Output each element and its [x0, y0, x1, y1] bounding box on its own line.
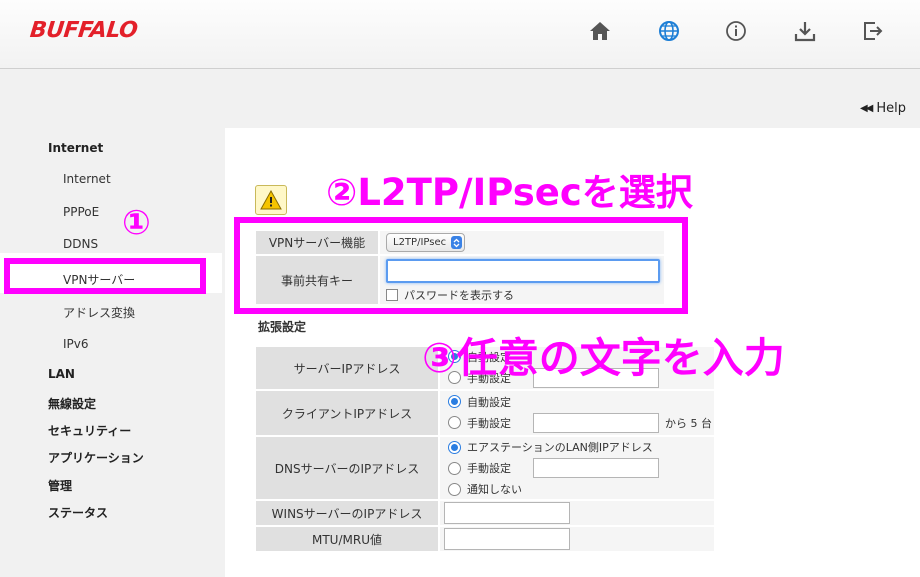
wins-ip-cell: [438, 499, 716, 527]
wins-ip-input[interactable]: [444, 502, 570, 524]
wins-ip-label: WINSサーバーのIPアドレス: [254, 499, 440, 527]
annotation-box-vpn-settings: [234, 217, 688, 314]
dns-ip-none-label: 通知しない: [467, 483, 522, 496]
client-ip-suffix: から 5 台: [665, 416, 712, 430]
home-icon[interactable]: [587, 18, 613, 44]
sidebar-item-ipv6[interactable]: IPv6: [63, 337, 89, 351]
client-ip-manual-label: 手動設定: [467, 416, 511, 430]
annotation-step3: ③任意の文字を入力: [422, 334, 785, 382]
buffalo-logo[interactable]: BUFFALO: [29, 18, 139, 43]
client-ip-cell: 自動設定 手動設定 から 5 台: [438, 389, 716, 437]
dns-ip-input[interactable]: [533, 458, 659, 478]
top-bar: BUFFALO: [0, 0, 920, 69]
sidebar-item-application[interactable]: アプリケーション: [48, 449, 144, 466]
sidebar-item-pppoe[interactable]: PPPoE: [63, 205, 99, 219]
dns-ip-label: DNSサーバーのIPアドレス: [254, 435, 440, 501]
sidebar-item-security[interactable]: セキュリティー: [48, 422, 131, 439]
sidebar-item-admin[interactable]: 管理: [48, 477, 72, 494]
sidebar-item-ddns[interactable]: DDNS: [63, 237, 98, 251]
warning-icon: [255, 185, 287, 215]
dns-ip-none-radio[interactable]: [448, 482, 461, 496]
help-link[interactable]: ◀◀ Help: [860, 101, 906, 116]
mtu-label: MTU/MRU値: [254, 525, 440, 553]
extended-settings-title: 拡張設定: [258, 320, 307, 334]
dns-ip-lan-label: エアステーションのLAN側IPアドレス: [467, 441, 653, 454]
client-ip-label: クライアントIPアドレス: [254, 389, 440, 437]
client-ip-auto-label: 自動設定: [467, 395, 511, 409]
annotation-step1: ①: [122, 203, 151, 243]
server-ip-label: サーバーIPアドレス: [254, 345, 440, 391]
info-icon[interactable]: [723, 18, 749, 44]
sidebar-item-internet-group[interactable]: Internet: [48, 141, 103, 155]
dns-ip-cell: エアステーションのLAN側IPアドレス 手動設定 通知しない: [438, 435, 716, 501]
client-ip-input[interactable]: [533, 412, 659, 433]
dns-ip-lan-radio[interactable]: [448, 440, 461, 454]
sidebar-item-address-translation[interactable]: アドレス変換: [63, 304, 135, 321]
dns-ip-manual-label: 手動設定: [467, 462, 511, 475]
mtu-cell: [438, 525, 716, 553]
client-ip-auto-radio[interactable]: [448, 395, 461, 408]
back-arrows-icon: ◀◀: [859, 103, 873, 114]
sidebar-item-wireless[interactable]: 無線設定: [48, 395, 96, 412]
logout-icon[interactable]: [860, 18, 886, 44]
globe-icon[interactable]: [656, 18, 682, 44]
sidebar-item-status[interactable]: ステータス: [48, 504, 108, 521]
dns-ip-manual-radio[interactable]: [448, 461, 461, 475]
annotation-box-vpn-sidebar: [4, 258, 206, 294]
download-icon[interactable]: [792, 18, 818, 44]
client-ip-manual-radio[interactable]: [448, 416, 461, 429]
annotation-step2: ②L2TP/IPsecを選択: [326, 171, 693, 214]
sidebar-item-lan[interactable]: LAN: [48, 367, 75, 381]
mtu-input[interactable]: [444, 528, 570, 550]
help-label: Help: [876, 101, 906, 116]
sidebar-item-internet[interactable]: Internet: [63, 172, 111, 186]
